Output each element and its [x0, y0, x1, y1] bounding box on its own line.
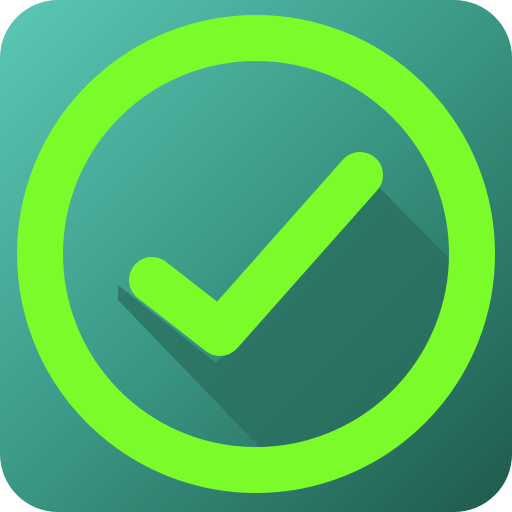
app-icon: [0, 0, 512, 512]
check-circle-icon: [0, 0, 512, 512]
